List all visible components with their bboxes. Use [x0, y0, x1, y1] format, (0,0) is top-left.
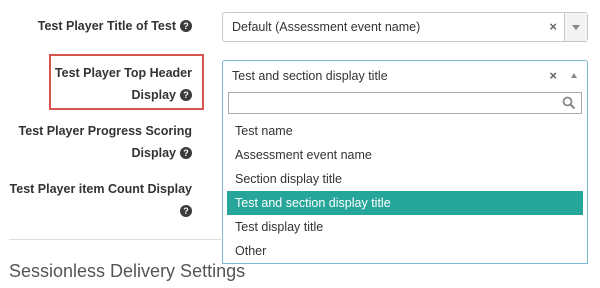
dropdown-option[interactable]: Test name — [227, 119, 583, 143]
item-count-label: Test Player item Count Display ? — [0, 178, 192, 222]
search-icon — [562, 96, 576, 110]
dropdown-panel: Test name Assessment event name Section … — [222, 90, 588, 264]
help-icon[interactable]: ? — [180, 19, 192, 32]
title-of-test-label: Test Player Title of Test? — [0, 15, 192, 37]
dropdown-option[interactable]: Assessment event name — [227, 143, 583, 167]
section-divider — [9, 239, 224, 240]
help-icon[interactable]: ? — [180, 204, 192, 217]
dropdown-search-box[interactable] — [228, 92, 582, 114]
progress-scoring-label-line1: Test Player Progress Scoring — [18, 124, 192, 138]
dropdown-search-input[interactable] — [233, 94, 557, 114]
progress-scoring-label-line2: Display — [131, 146, 176, 160]
title-of-test-select[interactable]: Default (Assessment event name) × — [222, 12, 588, 42]
dropdown-toggle[interactable] — [564, 13, 587, 41]
progress-scoring-label: Test Player Progress Scoring Display? — [0, 120, 192, 164]
highlight-annotation — [49, 54, 204, 110]
help-icon[interactable]: ? — [180, 146, 192, 159]
dropdown-option[interactable]: Test display title — [227, 215, 583, 239]
dropdown-option-selected[interactable]: Test and section display title — [227, 191, 583, 215]
chevron-down-icon — [572, 25, 580, 30]
clear-icon[interactable]: × — [549, 61, 557, 91]
dropdown-option[interactable]: Section display title — [227, 167, 583, 191]
title-of-test-label-text: Test Player Title of Test — [37, 19, 176, 33]
chevron-up-icon[interactable] — [571, 73, 577, 78]
item-count-label-text: Test Player item Count Display — [9, 182, 192, 196]
top-header-display-select[interactable]: Test and section display title × — [222, 60, 588, 90]
section-title: Sessionless Delivery Settings — [9, 261, 246, 281]
title-of-test-value: Default (Assessment event name) — [232, 20, 421, 34]
clear-icon[interactable]: × — [549, 13, 557, 41]
dropdown-options: Test name Assessment event name Section … — [227, 119, 583, 263]
dropdown-option[interactable]: Other — [227, 239, 583, 263]
top-header-display-value: Test and section display title — [232, 69, 388, 83]
